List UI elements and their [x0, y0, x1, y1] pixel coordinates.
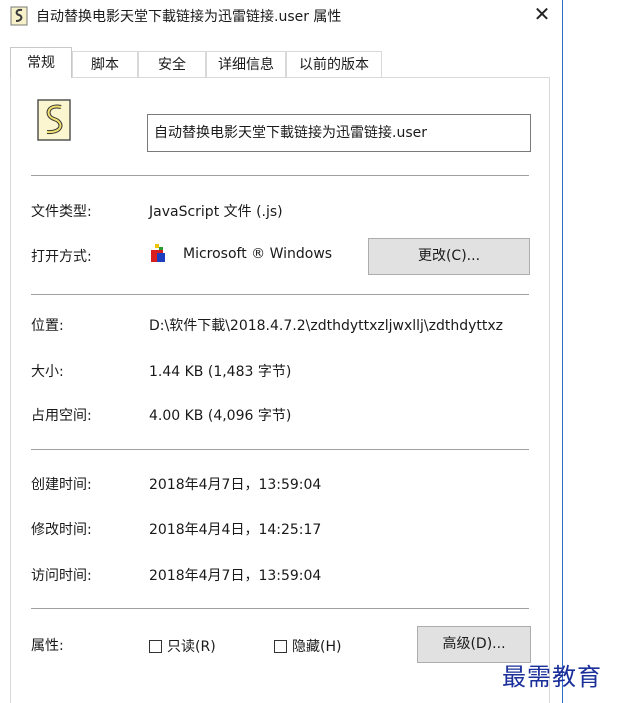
modified-value: 2018年4月4日，14:25:17 [149, 522, 322, 538]
tab-security[interactable]: 安全 [138, 51, 206, 77]
windows-script-host-icon [151, 244, 165, 262]
location-label: 位置: [31, 318, 64, 334]
tab-details[interactable]: 详细信息 [206, 51, 286, 77]
close-icon: ✕ [533, 2, 551, 26]
size-label: 大小: [31, 364, 64, 380]
separator [31, 449, 529, 450]
created-label: 创建时间: [31, 477, 92, 493]
attributes-label: 属性: [31, 638, 64, 654]
title-bar: 自动替换电影天堂下載链接为迅雷链接.user 属性 ✕ [0, 0, 562, 32]
size-value: 1.44 KB (1,483 字节) [149, 364, 292, 380]
open-with-label: 打开方式: [31, 249, 92, 265]
created-value: 2018年4月7日，13:59:04 [149, 477, 322, 493]
accessed-value: 2018年4月7日，13:59:04 [149, 568, 322, 584]
general-tab-panel: 自动替换电影天堂下載链接为迅雷链接.user 文件类型: JavaScript … [10, 77, 550, 703]
open-with-value: Microsoft ® Windows [183, 246, 333, 262]
tab-general[interactable]: 常规 [10, 47, 72, 78]
size-on-disk-value: 4.00 KB (4,096 字节) [149, 408, 292, 424]
separator [31, 175, 529, 176]
file-type-value: JavaScript 文件 (.js) [149, 204, 283, 220]
accessed-label: 访问时间: [31, 568, 92, 584]
close-button[interactable]: ✕ [522, 0, 562, 30]
readonly-checkbox[interactable] [149, 640, 162, 653]
tab-script[interactable]: 脚本 [72, 51, 138, 77]
script-file-icon [10, 6, 28, 26]
script-file-icon [37, 99, 71, 141]
hidden-label[interactable]: 隐藏(H) [292, 636, 341, 656]
tab-previous-versions[interactable]: 以前的版本 [286, 51, 382, 77]
change-button[interactable]: 更改(C)... [368, 238, 530, 275]
separator [31, 608, 529, 609]
properties-dialog: 自动替换电影天堂下載链接为迅雷链接.user 属性 ✕ 常规 脚本 安全 详细信… [0, 0, 563, 703]
watermark-text: 最需教育 [502, 663, 602, 691]
window-title: 自动替换电影天堂下載链接为迅雷链接.user 属性 [36, 9, 342, 25]
file-name-field[interactable]: 自动替换电影天堂下載链接为迅雷链接.user [147, 114, 531, 152]
hidden-checkbox[interactable] [274, 640, 287, 653]
separator [31, 294, 529, 295]
modified-label: 修改时间: [31, 522, 92, 538]
file-type-label: 文件类型: [31, 204, 92, 220]
readonly-label[interactable]: 只读(R) [167, 636, 216, 656]
location-value: D:\软件下載\2018.4.7.2\zdthdyttxzljwxllj\zdt… [149, 318, 504, 334]
size-on-disk-label: 占用空间: [31, 408, 92, 424]
